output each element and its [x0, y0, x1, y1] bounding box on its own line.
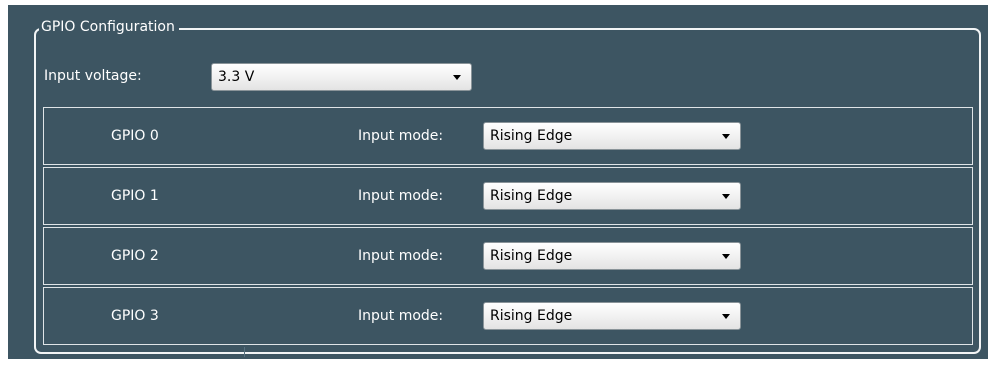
- input-mode-value: Rising Edge: [490, 128, 573, 144]
- gpio-1-input-mode-dropdown[interactable]: Rising Edge: [483, 182, 741, 210]
- gpio-2-input-mode-dropdown[interactable]: Rising Edge: [483, 242, 741, 270]
- gpio-list: GPIO 0 Input mode: Rising Edge GPIO 1 In…: [43, 107, 973, 346]
- gpio-name: GPIO 1: [111, 188, 159, 204]
- gpio-3-input-mode-dropdown[interactable]: Rising Edge: [483, 302, 741, 330]
- gpio-row-1: GPIO 1 Input mode: Rising Edge: [43, 167, 973, 225]
- input-voltage-label: Input voltage:: [44, 68, 142, 84]
- gpio-name: GPIO 0: [111, 128, 159, 144]
- input-voltage-value: 3.3 V: [218, 69, 255, 85]
- gpio-configuration-panel: GPIO Configuration Input voltage: 3.3 V …: [8, 5, 988, 359]
- input-mode-value: Rising Edge: [490, 308, 573, 324]
- chevron-down-icon: [722, 314, 730, 319]
- divider: [244, 347, 245, 357]
- input-mode-value: Rising Edge: [490, 248, 573, 264]
- gpio-row-3: GPIO 3 Input mode: Rising Edge: [43, 287, 973, 345]
- gpio-name: GPIO 2: [111, 248, 159, 264]
- input-mode-label: Input mode:: [358, 248, 444, 264]
- input-mode-label: Input mode:: [358, 308, 444, 324]
- gpio-row-0: GPIO 0 Input mode: Rising Edge: [43, 107, 973, 165]
- gpio-name: GPIO 3: [111, 308, 159, 324]
- chevron-down-icon: [722, 254, 730, 259]
- chevron-down-icon: [722, 134, 730, 139]
- gpio-0-input-mode-dropdown[interactable]: Rising Edge: [483, 122, 741, 150]
- input-mode-value: Rising Edge: [490, 188, 573, 204]
- group-title: GPIO Configuration: [39, 17, 179, 37]
- input-mode-label: Input mode:: [358, 188, 444, 204]
- chevron-down-icon: [722, 194, 730, 199]
- chevron-down-icon: [453, 75, 461, 80]
- input-mode-label: Input mode:: [358, 128, 444, 144]
- gpio-row-2: GPIO 2 Input mode: Rising Edge: [43, 227, 973, 285]
- input-voltage-dropdown[interactable]: 3.3 V: [211, 63, 472, 91]
